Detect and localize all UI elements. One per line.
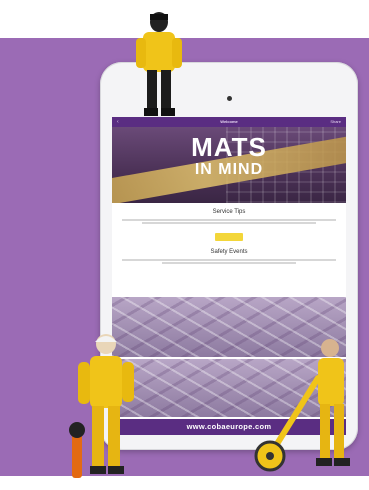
hero-title: MATS IN MIND [112,133,346,179]
section-text [122,259,336,264]
cta-button[interactable] [214,233,244,241]
hero-banner: MATS IN MIND [112,127,346,203]
tablet-camera [227,96,232,101]
hero-title-line2: IN MIND [194,161,264,178]
worker-figure-sitting [136,12,182,116]
hero-title-line1: MATS [191,132,267,162]
section-safety-events: Safety Events [112,249,346,264]
share-button[interactable]: Share [330,117,341,127]
section-service-tips: Service Tips [112,209,346,243]
section-title: Safety Events [210,249,248,255]
worker-figure-with-roller [254,339,350,472]
section-text [122,219,336,224]
worker-figure-standing [69,334,134,478]
section-title: Service Tips [212,209,246,215]
